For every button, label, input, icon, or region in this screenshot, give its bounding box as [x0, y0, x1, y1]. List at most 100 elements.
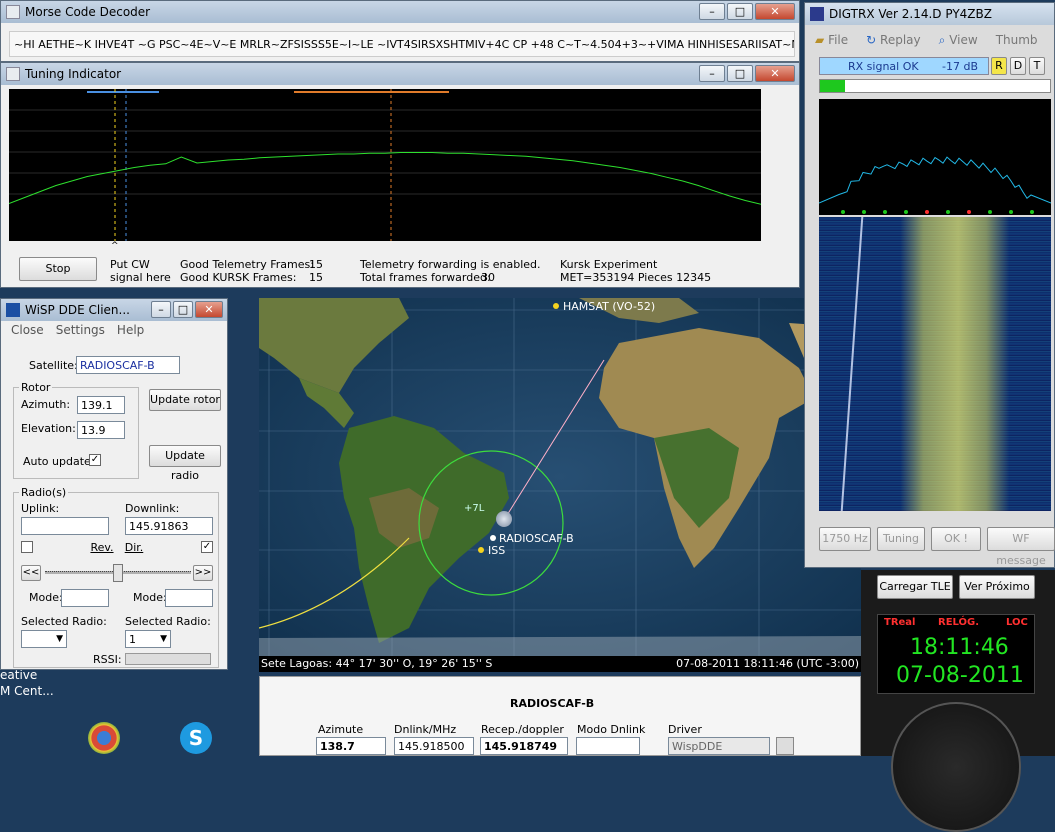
update-radio-button[interactable]: Update radio — [149, 445, 221, 482]
close-button[interactable]: ✕ — [755, 65, 795, 82]
recep-label: Recep./doppler — [481, 723, 564, 736]
toolbar-file[interactable]: ▰ File — [815, 29, 848, 51]
map-location: Sete Lagoas: 44° 17' 30'' O, 19° 26' 15'… — [261, 657, 493, 670]
rx-status: RX signal OK — [848, 60, 919, 73]
d-button[interactable]: D — [1010, 57, 1026, 75]
waterfall-display — [819, 217, 1051, 511]
desktop-label-1: eative — [0, 668, 38, 682]
frequency-marker-dot — [904, 210, 908, 214]
frequency-marker-dot — [862, 210, 866, 214]
search-icon: ⌕ — [938, 33, 946, 47]
stop-button[interactable]: Stop — [19, 257, 97, 281]
chrome-taskbar-icon[interactable] — [88, 722, 120, 754]
morse-text: ~HI AETHE~K IHVE4T ~G PSC~4E~V~E MRLR~ZF… — [9, 31, 795, 57]
selected-radio2-select[interactable]: 1 ▼ — [125, 630, 171, 648]
hamsat-label: HAMSAT (VO-52) — [563, 300, 656, 313]
maximize-button[interactable]: □ — [727, 65, 753, 82]
radioscaf-marker[interactable] — [490, 535, 496, 541]
wf-message-button[interactable]: WF message — [987, 527, 1055, 567]
mode-field[interactable] — [61, 589, 109, 607]
driver-config-icon[interactable] — [776, 737, 794, 755]
relog-label: RELÓG. — [938, 617, 980, 628]
ver-proximo-button[interactable]: Ver Próximo — [959, 575, 1035, 599]
satellite-label: Satellite: — [29, 359, 78, 372]
ok-button[interactable]: OK ! — [931, 527, 981, 551]
toolbar-thumb[interactable]: Thumb — [996, 29, 1038, 51]
radios-group-label: Radio(s) — [19, 486, 69, 499]
toolbar-replay[interactable]: ↻ Replay — [866, 29, 920, 51]
elevation-field[interactable]: 13.9 — [77, 421, 125, 439]
spectrum-display — [9, 89, 761, 241]
total-forwarded-value: 30 — [481, 271, 495, 284]
driver-value: WispDDE — [672, 740, 723, 753]
hz-1750-button[interactable]: 1750 Hz — [819, 527, 871, 551]
iss-marker[interactable] — [478, 547, 484, 553]
carregar-tle-button[interactable]: Carregar TLE — [877, 575, 953, 599]
dnlink-select[interactable]: 145.918500 — [394, 737, 474, 755]
tune-left-button[interactable]: << — [21, 565, 41, 581]
frequency-marker-dot — [988, 210, 992, 214]
tune-right-button[interactable]: >> — [193, 565, 213, 581]
update-rotor-button[interactable]: Update rotor — [149, 389, 221, 411]
auto-update-checkbox[interactable]: ✓ — [89, 454, 101, 466]
azimuth-label: Azimuth: — [21, 398, 71, 411]
satellite-field[interactable]: RADIOSCAF-B — [76, 356, 180, 374]
uplink-field[interactable] — [21, 517, 109, 535]
iss-label: ISS — [488, 544, 506, 557]
azimute-label: Azimute — [318, 723, 364, 736]
maximize-button[interactable]: □ — [727, 3, 753, 20]
wisp-app-icon — [6, 303, 20, 317]
map-status-bar: Sete Lagoas: 44° 17' 30'' O, 19° 26' 15'… — [259, 656, 861, 672]
folder-icon: ▰ — [815, 33, 825, 47]
good-kursk-value: 15 — [309, 271, 323, 284]
downlink-field[interactable]: 145.91863 — [125, 517, 213, 535]
menu-close[interactable]: Close — [11, 321, 44, 339]
t-button[interactable]: T — [1029, 57, 1045, 75]
menu-settings[interactable]: Settings — [56, 321, 105, 339]
radioscaf-sat-icon[interactable] — [496, 511, 512, 527]
minimize-button[interactable]: – — [151, 301, 171, 318]
world-map — [259, 298, 861, 656]
toolbar-view[interactable]: ⌕ View — [939, 29, 978, 51]
downlink-checkbox[interactable]: ✓ — [201, 541, 213, 553]
rssi-label: RSSI: — [93, 653, 122, 666]
hamsat-marker[interactable] — [553, 303, 559, 309]
signal-level-bar — [819, 79, 1051, 93]
azimuth-field[interactable]: 139.1 — [77, 396, 125, 414]
maximize-button[interactable]: □ — [173, 301, 193, 318]
recep-field[interactable]: 145.918749 — [480, 737, 568, 755]
tuning-titlebar: Tuning Indicator – □ ✕ — [1, 63, 799, 85]
elevation-label: Elevation: — [21, 422, 76, 435]
r-button[interactable]: R — [991, 57, 1007, 75]
digtrx-spectrum-trace — [819, 156, 1051, 204]
spectrum-trace — [9, 152, 761, 205]
morse-app-icon — [6, 5, 20, 19]
minimize-button[interactable]: – — [699, 3, 725, 20]
minimize-button[interactable]: – — [699, 65, 725, 82]
menu-help[interactable]: Help — [117, 321, 144, 339]
close-button[interactable]: ✕ — [755, 3, 795, 20]
tuning-app-icon — [6, 67, 20, 81]
driver-select[interactable]: WispDDE — [668, 737, 770, 755]
digtrx-title: DIGTRX Ver 2.14.D PY4ZBZ — [829, 7, 992, 21]
dir-button[interactable]: Dir. — [121, 542, 147, 556]
map-datetime: 07-08-2011 18:11:46 (UTC -3:00) — [676, 657, 859, 670]
rotor-group-label: Rotor — [19, 381, 53, 394]
dropdown-arrow-icon: ▼ — [56, 634, 63, 644]
rev-button[interactable]: Rev. — [87, 542, 117, 556]
tune-slider-thumb[interactable] — [113, 564, 123, 582]
close-button[interactable]: ✕ — [195, 301, 223, 318]
frequency-marker-dot — [1009, 210, 1013, 214]
desktop-label-2: M Cent... — [0, 684, 54, 698]
frequency-marker-dot — [925, 210, 929, 214]
selected-radio-select[interactable]: ▼ — [21, 630, 67, 648]
skype-taskbar-icon[interactable]: S — [180, 722, 212, 754]
modo-label: Modo Dnlink — [577, 723, 646, 736]
azimute-field[interactable]: 138.7 — [316, 737, 386, 755]
mode2-field[interactable] — [165, 589, 213, 607]
tuning-button[interactable]: Tuning — [877, 527, 925, 551]
uplink-checkbox[interactable] — [21, 541, 33, 553]
modo-select[interactable] — [576, 737, 640, 755]
met-label: MET=353194 Pieces 12345 — [560, 271, 712, 284]
wisp-window: WiSP DDE Clien... – □ ✕ Close Settings H… — [0, 298, 228, 670]
